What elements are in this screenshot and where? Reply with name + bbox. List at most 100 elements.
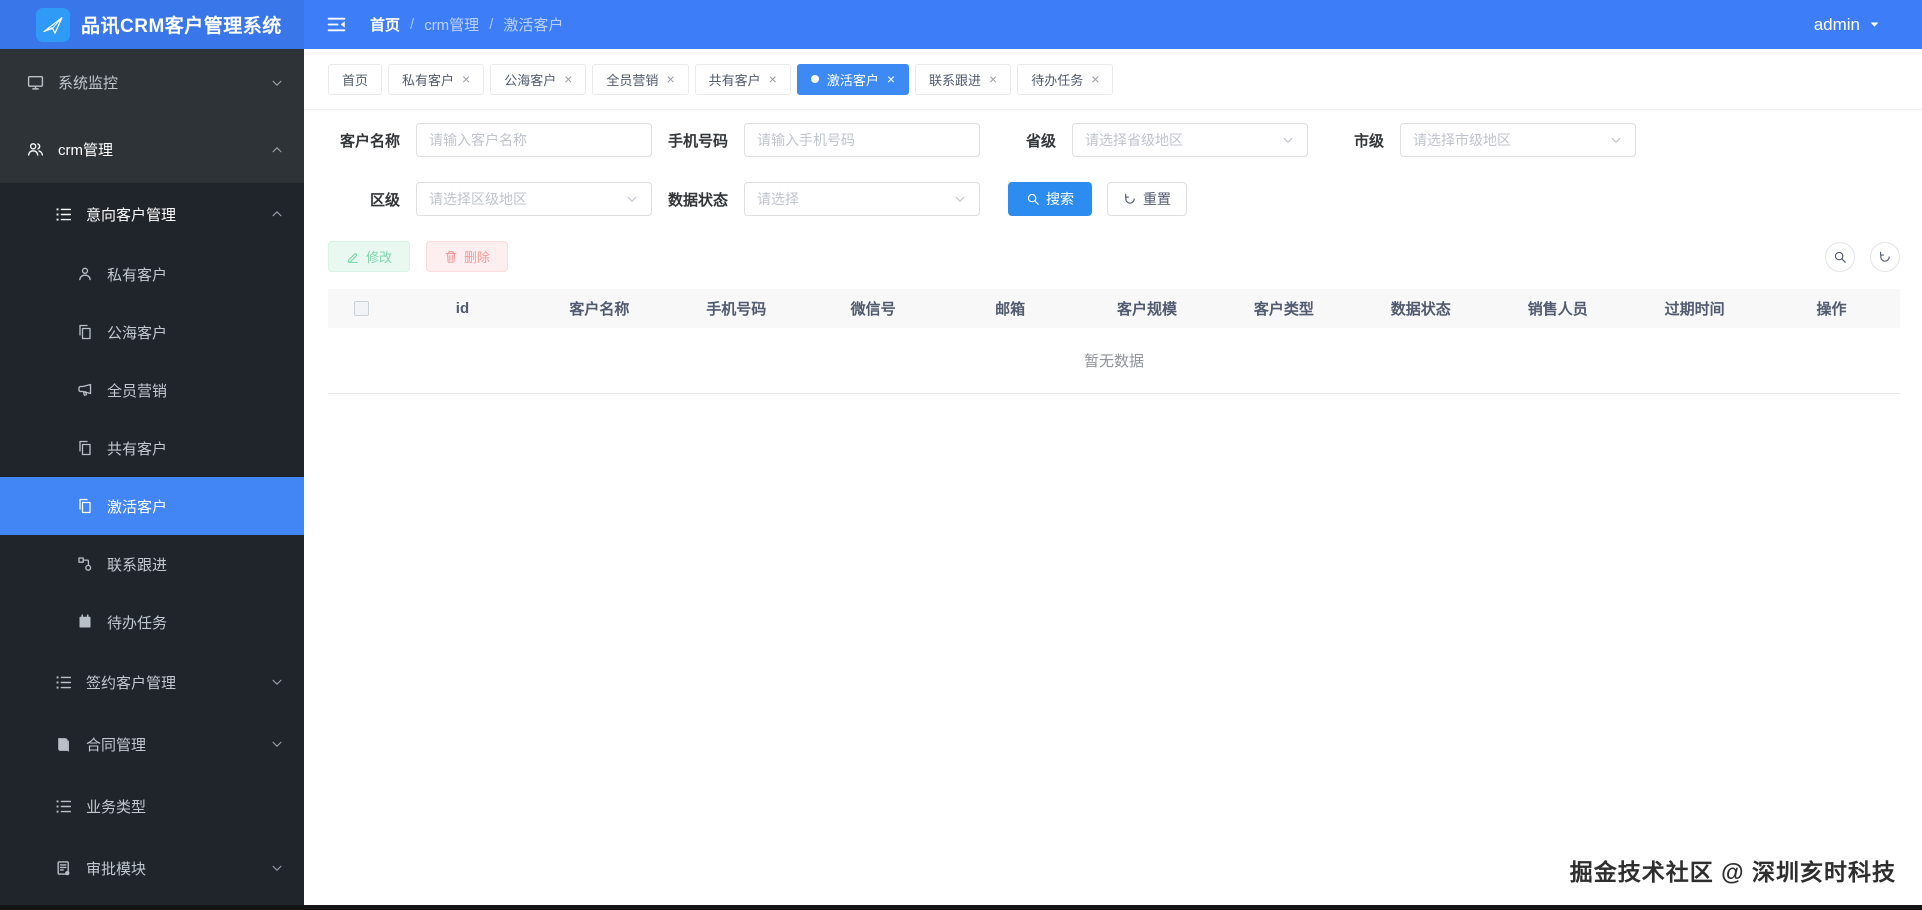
tab-close-icon[interactable]: ×: [666, 72, 674, 86]
user-menu[interactable]: admin: [1814, 15, 1922, 35]
sidebar-item-system-monitor[interactable]: 系统监控: [0, 49, 304, 116]
pencil-icon: [346, 250, 360, 264]
tab-close-icon[interactable]: ×: [989, 72, 997, 86]
list-icon: [55, 798, 72, 815]
sidebar-item-label: 全员营销: [107, 382, 168, 400]
tab-private-customers[interactable]: 私有客户 ×: [388, 63, 485, 95]
column-header: 微信号: [850, 301, 896, 318]
filter-field-phone-number: 手机号码: [656, 123, 980, 157]
tab-close-icon[interactable]: ×: [769, 72, 777, 86]
filter-label: 手机号码: [667, 132, 728, 150]
sidebar-item-activated-customers[interactable]: 激活客户: [0, 477, 304, 535]
chevron-down-icon: [1609, 133, 1623, 147]
sidebar-item-all-staff-marketing[interactable]: 全员营销: [0, 361, 304, 419]
sidebar-item-intent-customer-management[interactable]: 意向客户管理: [0, 183, 304, 245]
reset-button[interactable]: 重置: [1107, 182, 1187, 216]
chevron-up-icon: [270, 143, 284, 157]
tab-label: 全员营销: [606, 72, 659, 88]
chevron-down-icon: [270, 76, 284, 90]
reset-button-label: 重置: [1143, 191, 1171, 207]
delete-button-label: 删除: [464, 250, 491, 265]
province-select[interactable]: 请选择省级地区: [1072, 123, 1308, 157]
sidebar-item-private-customers[interactable]: 私有客户: [0, 245, 304, 303]
book-icon: [55, 736, 72, 753]
sidebar-toggle-icon[interactable]: [327, 15, 346, 34]
tab-close-icon[interactable]: ×: [887, 72, 895, 86]
tab-all-staff-marketing[interactable]: 全员营销 ×: [592, 63, 689, 95]
chevron-down-icon: [1281, 133, 1295, 147]
show-search-button[interactable]: [1825, 241, 1855, 272]
table-toolbar: 修改 删除: [328, 241, 1900, 272]
filter-area: 客户名称 手机号码 省级 请选择省级地区 市级 请选择市级地区 区级 请选择区级地区 数据状态…: [304, 110, 1922, 216]
open-tabs-bar: 首页 私有客户 × 公海客户 × 全员营销 × 共有客户 × 激活客户 × 联系跟进 × 待办任务 ×: [304, 49, 1922, 110]
filter-field-province: 省级 请选择省级地区: [984, 123, 1308, 157]
select-placeholder: 请选择省级地区: [1085, 132, 1183, 148]
tab-label: 联系跟进: [929, 72, 982, 88]
tab-home[interactable]: 首页: [328, 63, 383, 95]
breadcrumb-item[interactable]: 激活客户: [503, 14, 563, 35]
sidebar-item-label: 签约客户管理: [86, 674, 177, 692]
flow-icon: [77, 556, 93, 572]
sidebar-item-contract-management[interactable]: 合同管理: [0, 713, 304, 775]
tab-contact-follow-up[interactable]: 联系跟进 ×: [915, 63, 1012, 95]
megaphone-icon: [77, 382, 93, 398]
main-content: 首页 私有客户 × 公海客户 × 全员营销 × 共有客户 × 激活客户 × 联系跟进 × 待办任务 × 客户…: [304, 49, 1922, 905]
search-button[interactable]: 搜索: [1008, 182, 1092, 216]
breadcrumb-item[interactable]: crm管理: [424, 14, 479, 35]
tab-close-icon[interactable]: ×: [1091, 72, 1099, 86]
search-icon: [1833, 250, 1847, 264]
sidebar-item-label: crm管理: [58, 142, 113, 159]
refresh-table-button[interactable]: [1870, 241, 1900, 272]
sidebar-item-label: 系统监控: [58, 75, 119, 92]
phone-number-input[interactable]: [744, 123, 980, 157]
navbar-main: 首页 / crm管理 / 激活客户: [304, 14, 1814, 35]
tab-todo-tasks[interactable]: 待办任务 ×: [1017, 63, 1114, 95]
list-icon: [55, 674, 72, 691]
edit-button[interactable]: 修改: [328, 241, 411, 272]
monitor-icon: [27, 74, 44, 91]
breadcrumb-item[interactable]: 首页: [370, 14, 400, 35]
delete-button[interactable]: 删除: [426, 241, 509, 272]
refresh-icon: [1878, 250, 1892, 264]
tab-close-icon[interactable]: ×: [564, 72, 572, 86]
filter-row-2: 区级 请选择区级地区 数据状态 请选择 搜索 重置: [328, 182, 1922, 216]
district-select[interactable]: 请选择区级地区: [416, 182, 652, 216]
sidebar-item-label: 合同管理: [86, 736, 147, 754]
tab-label: 共有客户: [708, 72, 761, 88]
refresh-icon: [1123, 192, 1137, 206]
filter-field-city: 市级 请选择市级地区: [1312, 123, 1636, 157]
filter-field-district: 区级 请选择区级地区: [328, 182, 652, 216]
tab-shared-customers[interactable]: 共有客户 ×: [694, 63, 791, 95]
chevron-down-icon: [270, 861, 284, 875]
sidebar-item-label: 共有客户: [107, 440, 168, 458]
sidebar-item-public-customers[interactable]: 公海客户: [0, 303, 304, 361]
logo-area: 品讯CRM客户管理系统: [0, 0, 304, 49]
sidebar-item-approval-module[interactable]: 审批模块: [0, 837, 304, 899]
sidebar-item-crm-management[interactable]: crm管理: [0, 116, 304, 183]
sidebar-item-todo-tasks[interactable]: 待办任务: [0, 593, 304, 651]
sidebar-item-label: 待办任务: [107, 614, 168, 632]
sidebar-item-shared-customers[interactable]: 共有客户: [0, 419, 304, 477]
tab-close-icon[interactable]: ×: [462, 72, 470, 86]
top-navbar: 品讯CRM客户管理系统 首页 / crm管理 / 激活客户 admin: [0, 0, 1922, 49]
sidebar-item-contact-follow-up[interactable]: 联系跟进: [0, 535, 304, 593]
paper-plane-logo-icon: [40, 12, 66, 38]
column-header: 操作: [1816, 301, 1847, 318]
sidebar-item-business-type[interactable]: 业务类型: [0, 775, 304, 837]
tab-public-customers[interactable]: 公海客户 ×: [490, 63, 587, 95]
tab-activated-customers[interactable]: 激活客户 ×: [796, 63, 910, 95]
crm-submenu: 意向客户管理 私有客户 公海客户全员营销共有客户激活客户 联系跟进待办任务签约客户管理…: [0, 183, 304, 905]
notebook-icon: [77, 614, 93, 630]
app-logo: [36, 7, 70, 42]
select-all-checkbox[interactable]: [353, 301, 369, 316]
sidebar-item-label: 审批模块: [86, 860, 147, 878]
sidebar-item-signed-customer-management[interactable]: 签约客户管理: [0, 651, 304, 713]
horizontal-scrollbar[interactable]: [0, 905, 1922, 910]
filter-label: 区级: [369, 191, 400, 209]
search-button-label: 搜索: [1046, 191, 1074, 207]
data-status-select[interactable]: 请选择: [744, 182, 980, 216]
doc-copy-icon: [77, 498, 93, 514]
city-select[interactable]: 请选择市级地区: [1400, 123, 1636, 157]
active-tab-dot: [810, 75, 819, 83]
customer-name-input[interactable]: [416, 123, 652, 157]
